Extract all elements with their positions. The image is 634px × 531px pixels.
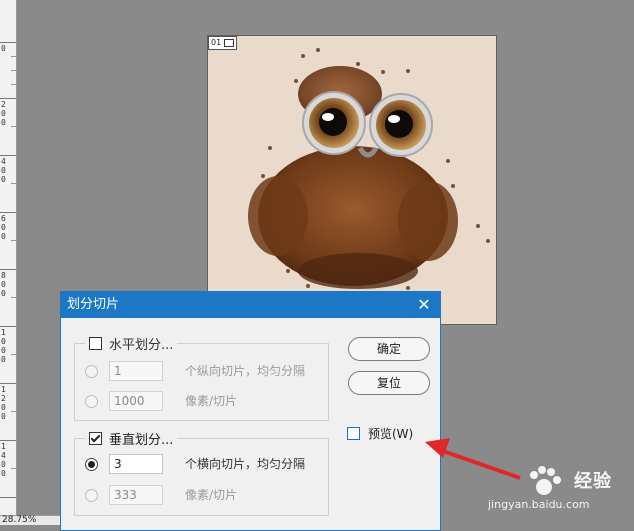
ruler-tick [11, 183, 16, 184]
horizontal-pixel-row [85, 390, 98, 412]
slice-badge: 01 [208, 36, 238, 50]
ruler-label: 0 [1, 44, 6, 53]
reset-button[interactable]: 复位 [348, 371, 430, 395]
horizontal-divide-group: 水平划分... 1 个纵向切片，均匀分隔 1000 像素/切片 [74, 334, 329, 421]
horizontal-pixel-input[interactable]: 1000 [109, 391, 163, 411]
document-canvas[interactable]: 01 [208, 36, 496, 324]
horizontal-count-desc: 个纵向切片，均匀分隔 [185, 364, 306, 378]
vertical-count-row [85, 453, 98, 475]
ruler-tick [11, 240, 16, 241]
ruler-tick [11, 468, 16, 469]
vertical-pixel-desc: 像素/切片 [185, 488, 238, 502]
ruler-label: 1 0 0 0 [1, 328, 6, 364]
ruler-tick [0, 269, 16, 270]
vertical-pixel-row [85, 484, 98, 506]
vertical-count-desc: 个横向切片，均匀分隔 [185, 457, 306, 471]
ruler-tick [11, 354, 16, 355]
slice-number: 01 [211, 38, 222, 47]
slice-image-icon [224, 39, 235, 47]
dialog-titlebar[interactable]: 划分切片 ✕ [61, 292, 440, 318]
horizontal-divide-label: 水平划分... [109, 338, 174, 353]
vertical-pixel-input[interactable]: 333 [109, 485, 163, 505]
ruler-tick [0, 497, 16, 498]
ruler-tick [0, 98, 16, 99]
preview-checkbox[interactable] [347, 427, 360, 440]
ruler-label: 1 2 0 0 [1, 385, 6, 421]
vertical-divide-label: 垂直划分... [109, 433, 174, 448]
ruler-label: 1 4 0 0 [1, 442, 6, 478]
preview-option[interactable]: 预览(W) [347, 425, 413, 442]
ruler-tick [11, 126, 16, 127]
horizontal-divide-checkbox[interactable] [89, 337, 102, 350]
ruler-tick [0, 212, 16, 213]
close-icon[interactable]: ✕ [414, 292, 434, 318]
horizontal-count-radio[interactable] [85, 364, 98, 378]
horizontal-divide-header[interactable]: 水平划分... [85, 334, 178, 353]
ok-button[interactable]: 确定 [348, 337, 430, 361]
ruler-tick [11, 411, 16, 412]
paw-logo-icon [530, 466, 561, 495]
horizontal-pixel-desc: 像素/切片 [185, 394, 238, 408]
ruler-tick [0, 440, 16, 441]
ruler-label: 4 0 0 [1, 157, 6, 184]
horizontal-pixel-radio[interactable] [85, 394, 98, 408]
ruler-tick [11, 84, 16, 85]
ruler-label: 2 0 0 [1, 100, 6, 127]
vertical-count-input[interactable]: 3 [109, 454, 163, 474]
watermark-url: jingyan.baidu.com [488, 498, 590, 511]
preview-label: 预览(W) [368, 427, 414, 441]
vertical-divide-header[interactable]: 垂直划分... [85, 429, 178, 448]
divide-slice-dialog: 划分切片 ✕ 水平划分... 1 个纵向切片，均匀分隔 1000 像素/切片 垂… [60, 291, 441, 531]
coffee-owl-image [248, 48, 490, 290]
ruler-tick [0, 383, 16, 384]
dialog-title: 划分切片 [67, 297, 120, 312]
ruler-tick [0, 155, 16, 156]
baidu-jingyan-watermark: 经验 jingyan.baidu.com [484, 453, 634, 525]
ruler-tick [11, 56, 16, 57]
vertical-pixel-radio[interactable] [85, 488, 98, 502]
ruler-label: 6 0 0 [1, 214, 6, 241]
horizontal-count-input[interactable]: 1 [109, 361, 163, 381]
ruler-tick [11, 297, 16, 298]
vertical-divide-group: 垂直划分... 3 个横向切片，均匀分隔 333 像素/切片 [74, 429, 329, 516]
vertical-ruler: 0 2 0 0 4 0 0 6 0 0 8 0 0 1 0 0 0 1 2 0 … [0, 0, 17, 516]
zoom-level[interactable]: 28.75% [0, 515, 62, 525]
vertical-divide-checkbox[interactable] [89, 432, 102, 445]
watermark-brand: 经验 [574, 471, 612, 492]
horizontal-count-row [85, 360, 98, 382]
ruler-label: 8 0 0 [1, 271, 6, 298]
ruler-tick [0, 326, 16, 327]
ruler-tick [11, 70, 16, 71]
vertical-count-radio[interactable] [85, 457, 98, 471]
ruler-tick [0, 42, 16, 43]
